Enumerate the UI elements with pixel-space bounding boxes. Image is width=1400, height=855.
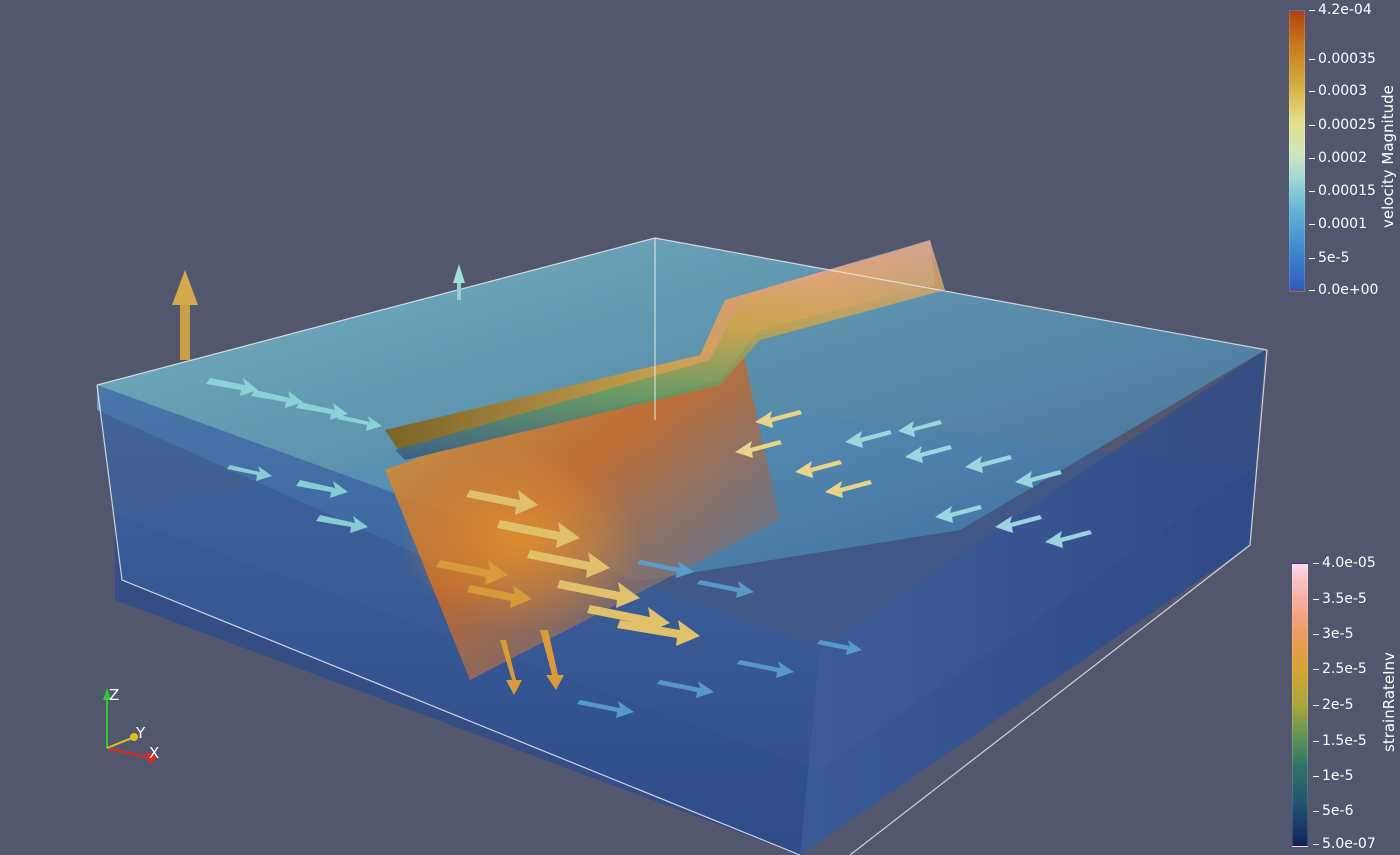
velocity-tick-3: 0.00025: [1309, 117, 1376, 133]
3d-scene[interactable]: [0, 0, 1400, 855]
strain-tick-5: 1.5e-5: [1313, 733, 1367, 749]
strain-tick-0: 4.0e-05: [1313, 555, 1376, 571]
strain-tick-1: 3.5e-5: [1313, 591, 1367, 607]
velocity-colorbar[interactable]: [1289, 10, 1305, 292]
velocity-tick-6: 0.0001: [1309, 216, 1367, 232]
axis-x-label: X: [149, 744, 160, 762]
velocity-tick-2: 0.0003: [1309, 83, 1367, 99]
velocity-tick-0: 4.2e-04: [1309, 2, 1372, 18]
axis-y-label: Y: [136, 724, 146, 742]
axis-z-label: Z: [109, 686, 120, 704]
velocity-colorbar-title: velocity Magnitude: [1379, 85, 1397, 228]
vertical-arrow-left: [172, 270, 198, 360]
render-viewport[interactable]: Z Y X 4.2e-04 0.00035 0.0003 0.00025 0.0…: [0, 0, 1400, 855]
orientation-axes-labels: Z Y X: [92, 684, 172, 764]
strain-tick-8: 5.0e-07: [1313, 836, 1376, 852]
strain-tick-3: 2.5e-5: [1313, 661, 1367, 677]
strain-tick-4: 2e-5: [1312, 697, 1354, 713]
velocity-tick-7: 5e-5: [1308, 250, 1350, 266]
strain-colorbar[interactable]: [1292, 563, 1308, 847]
velocity-tick-4: 0.0002: [1309, 150, 1367, 166]
strain-tick-6: 1e-5: [1312, 768, 1354, 784]
velocity-tick-5: 0.00015: [1309, 183, 1376, 199]
strain-colorbar-title: strainRateInv: [1380, 652, 1398, 752]
strain-tick-2: 3e-5: [1312, 626, 1354, 642]
velocity-tick-8: 0.0e+00: [1308, 282, 1379, 298]
velocity-tick-1: 0.00035: [1309, 51, 1376, 67]
strain-tick-7: 5e-6: [1312, 803, 1354, 819]
